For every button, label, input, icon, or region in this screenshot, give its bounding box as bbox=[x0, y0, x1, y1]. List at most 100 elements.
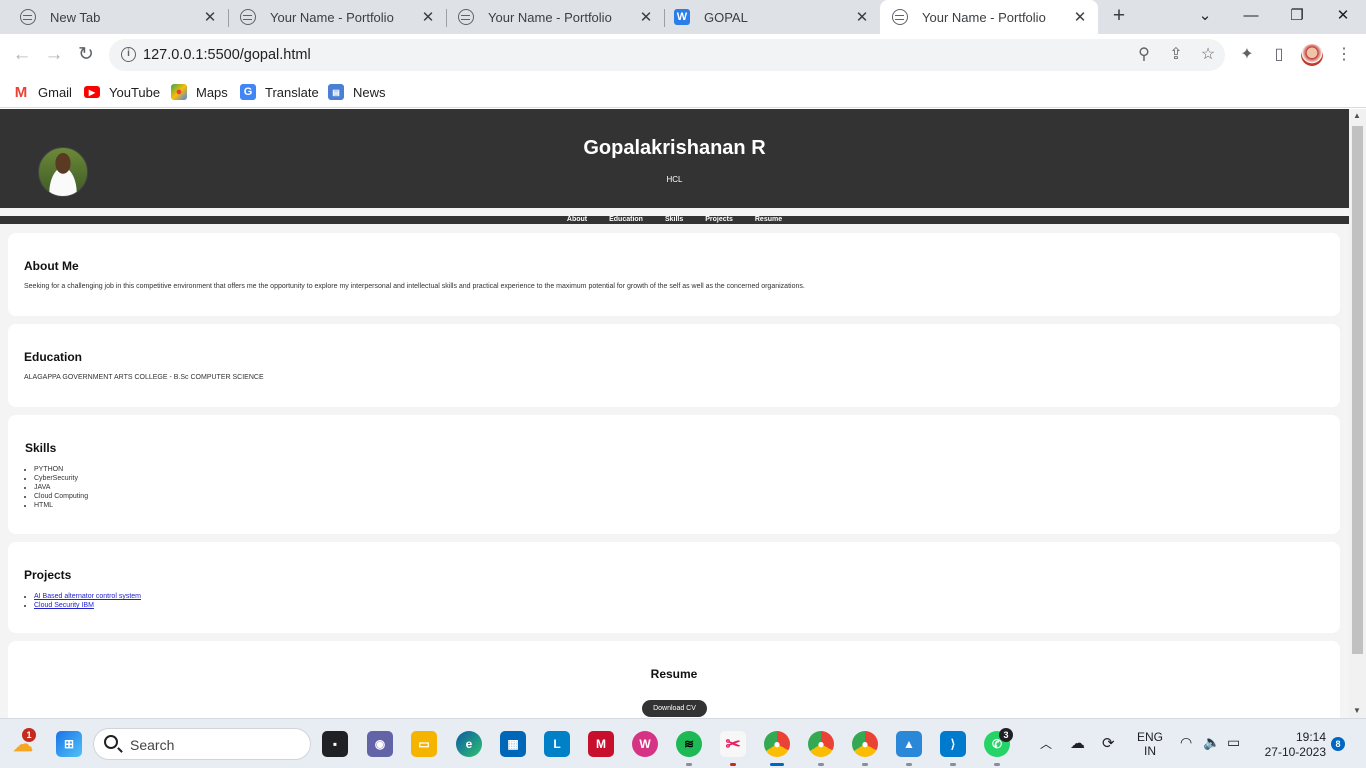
tab-search-chevron-icon[interactable]: ⌄ bbox=[1182, 0, 1228, 34]
notification-badge[interactable]: 8 bbox=[1331, 737, 1345, 751]
photos-icon[interactable]: ▲ bbox=[896, 731, 922, 757]
clock-time: 19:14 bbox=[1295, 730, 1326, 744]
nav-about[interactable]: About bbox=[567, 216, 587, 224]
forward-icon[interactable]: → bbox=[40, 42, 68, 68]
close-icon[interactable]: ✕ bbox=[636, 8, 656, 26]
scroll-thumb[interactable] bbox=[1352, 126, 1363, 654]
bookmark-label: YouTube bbox=[109, 84, 161, 100]
download-cv-button[interactable]: Download CV bbox=[642, 700, 707, 717]
bookmark-star-icon[interactable]: ☆ bbox=[1197, 44, 1219, 66]
list-item: Cloud Computing bbox=[34, 492, 88, 501]
close-icon[interactable]: ✕ bbox=[418, 8, 438, 26]
running-indicator bbox=[906, 763, 912, 766]
bookmark-maps[interactable]: ● Maps bbox=[171, 82, 228, 102]
back-icon[interactable]: ← bbox=[8, 42, 36, 68]
language-code: ENG bbox=[1136, 730, 1163, 744]
sync-icon[interactable]: ⟳ bbox=[1102, 734, 1115, 752]
address-bar[interactable]: i 127.0.0.1:5500/gopal.html ⚲ ⇪ ☆ bbox=[109, 39, 1225, 71]
chrome-profile-3-icon[interactable]: ● bbox=[852, 731, 878, 757]
profile-avatar[interactable] bbox=[1301, 44, 1323, 66]
taskbar-search[interactable]: Search bbox=[93, 728, 311, 760]
tab-new-tab[interactable]: New Tab ✕ bbox=[0, 0, 228, 34]
windows-taskbar: ☁ 1 ⊞ Search ▪ ◉ ▭ e ▦ L M W ≋ ✂ ● ● ● ▲… bbox=[0, 718, 1366, 768]
tab-gopal[interactable]: W GOPAL ✕ bbox=[654, 0, 880, 34]
scroll-down-icon[interactable]: ▼ bbox=[1353, 706, 1361, 715]
project-link[interactable]: Cloud Security IBM bbox=[34, 602, 94, 609]
close-icon[interactable]: ✕ bbox=[1070, 8, 1090, 26]
minimize-icon[interactable]: — bbox=[1228, 0, 1274, 34]
education-text: ALAGAPPA GOVERNMENT ARTS COLLEGE - B.Sc … bbox=[24, 374, 264, 381]
zoom-icon[interactable]: ⚲ bbox=[1133, 44, 1155, 66]
reload-icon[interactable]: ↻ bbox=[72, 42, 100, 68]
running-indicator bbox=[862, 763, 868, 766]
weather-badge: 1 bbox=[22, 728, 36, 742]
url-text[interactable]: 127.0.0.1:5500/gopal.html bbox=[143, 47, 311, 63]
tab-title: Your Name - Portfolio bbox=[922, 9, 1046, 25]
projects-heading: Projects bbox=[24, 568, 72, 582]
tray-overflow-icon[interactable]: ︿ bbox=[1040, 735, 1052, 752]
mcafee-icon[interactable]: M bbox=[588, 731, 614, 757]
volume-icon[interactable]: 🔈 bbox=[1203, 734, 1220, 751]
edge-icon[interactable]: e bbox=[456, 731, 482, 757]
restore-icon[interactable]: ❐ bbox=[1274, 0, 1320, 34]
list-item: HTML bbox=[34, 501, 88, 510]
battery-icon[interactable]: ▭ bbox=[1227, 734, 1240, 751]
translate-icon: G bbox=[240, 84, 256, 100]
about-heading: About Me bbox=[24, 259, 79, 273]
running-indicator bbox=[950, 763, 956, 766]
page-scrollbar[interactable]: ▲ ▼ bbox=[1349, 109, 1366, 718]
web-page: Gopalakrishanan R HCL About Education Sk… bbox=[0, 109, 1349, 718]
side-panel-icon[interactable]: ▯ bbox=[1268, 44, 1290, 66]
site-company: HCL bbox=[666, 175, 683, 184]
onedrive-icon[interactable]: ☁ bbox=[1070, 734, 1085, 752]
site-name: Gopalakrishanan R bbox=[583, 137, 766, 159]
l-app-icon[interactable]: L bbox=[544, 731, 570, 757]
chrome-icon[interactable]: ● bbox=[764, 731, 790, 757]
meet-icon[interactable]: ◉ bbox=[367, 731, 393, 757]
site-info-icon[interactable]: i bbox=[121, 47, 136, 62]
file-explorer-icon[interactable]: ▭ bbox=[411, 731, 437, 757]
education-heading: Education bbox=[24, 350, 83, 364]
skills-section: Skills PYTHON CyberSecurity JAVA Cloud C… bbox=[8, 415, 1340, 534]
w-app-icon: W bbox=[674, 9, 690, 25]
language-indicator[interactable]: ENG IN bbox=[1134, 730, 1166, 758]
nav-projects[interactable]: Projects bbox=[705, 216, 733, 224]
projects-section: Projects AI Based alternator control sys… bbox=[8, 542, 1340, 633]
bookmark-gmail[interactable]: M Gmail bbox=[13, 82, 72, 102]
nav-skills[interactable]: Skills bbox=[665, 216, 683, 224]
share-icon[interactable]: ⇪ bbox=[1165, 44, 1187, 66]
bookmark-translate[interactable]: G Translate bbox=[240, 82, 319, 102]
site-nav: About Education Skills Projects Resume bbox=[0, 216, 1349, 224]
start-icon[interactable]: ⊞ bbox=[56, 731, 82, 757]
spotify-icon[interactable]: ≋ bbox=[676, 731, 702, 757]
tab-portfolio-active[interactable]: Your Name - Portfolio ✕ bbox=[880, 0, 1098, 34]
close-icon[interactable]: ✕ bbox=[852, 8, 872, 26]
close-window-icon[interactable]: ✕ bbox=[1320, 0, 1366, 34]
vscode-icon[interactable]: ⟩ bbox=[940, 731, 966, 757]
list-item: PYTHON bbox=[34, 465, 88, 474]
task-view-icon[interactable]: ▪ bbox=[322, 731, 348, 757]
store-icon[interactable]: ▦ bbox=[500, 731, 526, 757]
project-link[interactable]: AI Based alternator control system bbox=[34, 593, 141, 600]
tab-portfolio-2[interactable]: Your Name - Portfolio ✕ bbox=[438, 0, 664, 34]
list-item: Cloud Security IBM bbox=[34, 601, 141, 610]
gmail-icon: M bbox=[14, 83, 28, 101]
wps-icon[interactable]: W bbox=[632, 731, 658, 757]
scroll-up-icon[interactable]: ▲ bbox=[1353, 111, 1361, 120]
menu-dots-icon[interactable]: ⋮ bbox=[1333, 44, 1355, 66]
bookmark-news[interactable]: ▤ News bbox=[328, 82, 386, 102]
extensions-icon[interactable]: ✦ bbox=[1236, 44, 1258, 66]
search-icon bbox=[104, 735, 118, 749]
nav-resume[interactable]: Resume bbox=[755, 216, 782, 224]
snipping-tool-icon[interactable]: ✂ bbox=[720, 731, 746, 757]
nav-education[interactable]: Education bbox=[609, 216, 643, 224]
close-icon[interactable]: ✕ bbox=[200, 8, 220, 26]
bookmark-youtube[interactable]: ▶ YouTube bbox=[84, 82, 160, 102]
wifi-icon[interactable]: ◠ bbox=[1180, 734, 1192, 751]
new-tab-button[interactable]: + bbox=[1108, 5, 1130, 27]
tab-portfolio-1[interactable]: Your Name - Portfolio ✕ bbox=[220, 0, 446, 34]
skills-list: PYTHON CyberSecurity JAVA Cloud Computin… bbox=[34, 465, 88, 510]
skills-heading: Skills bbox=[25, 441, 57, 455]
clock[interactable]: 19:14 27-10-2023 bbox=[1256, 730, 1326, 760]
chrome-profile-2-icon[interactable]: ● bbox=[808, 731, 834, 757]
